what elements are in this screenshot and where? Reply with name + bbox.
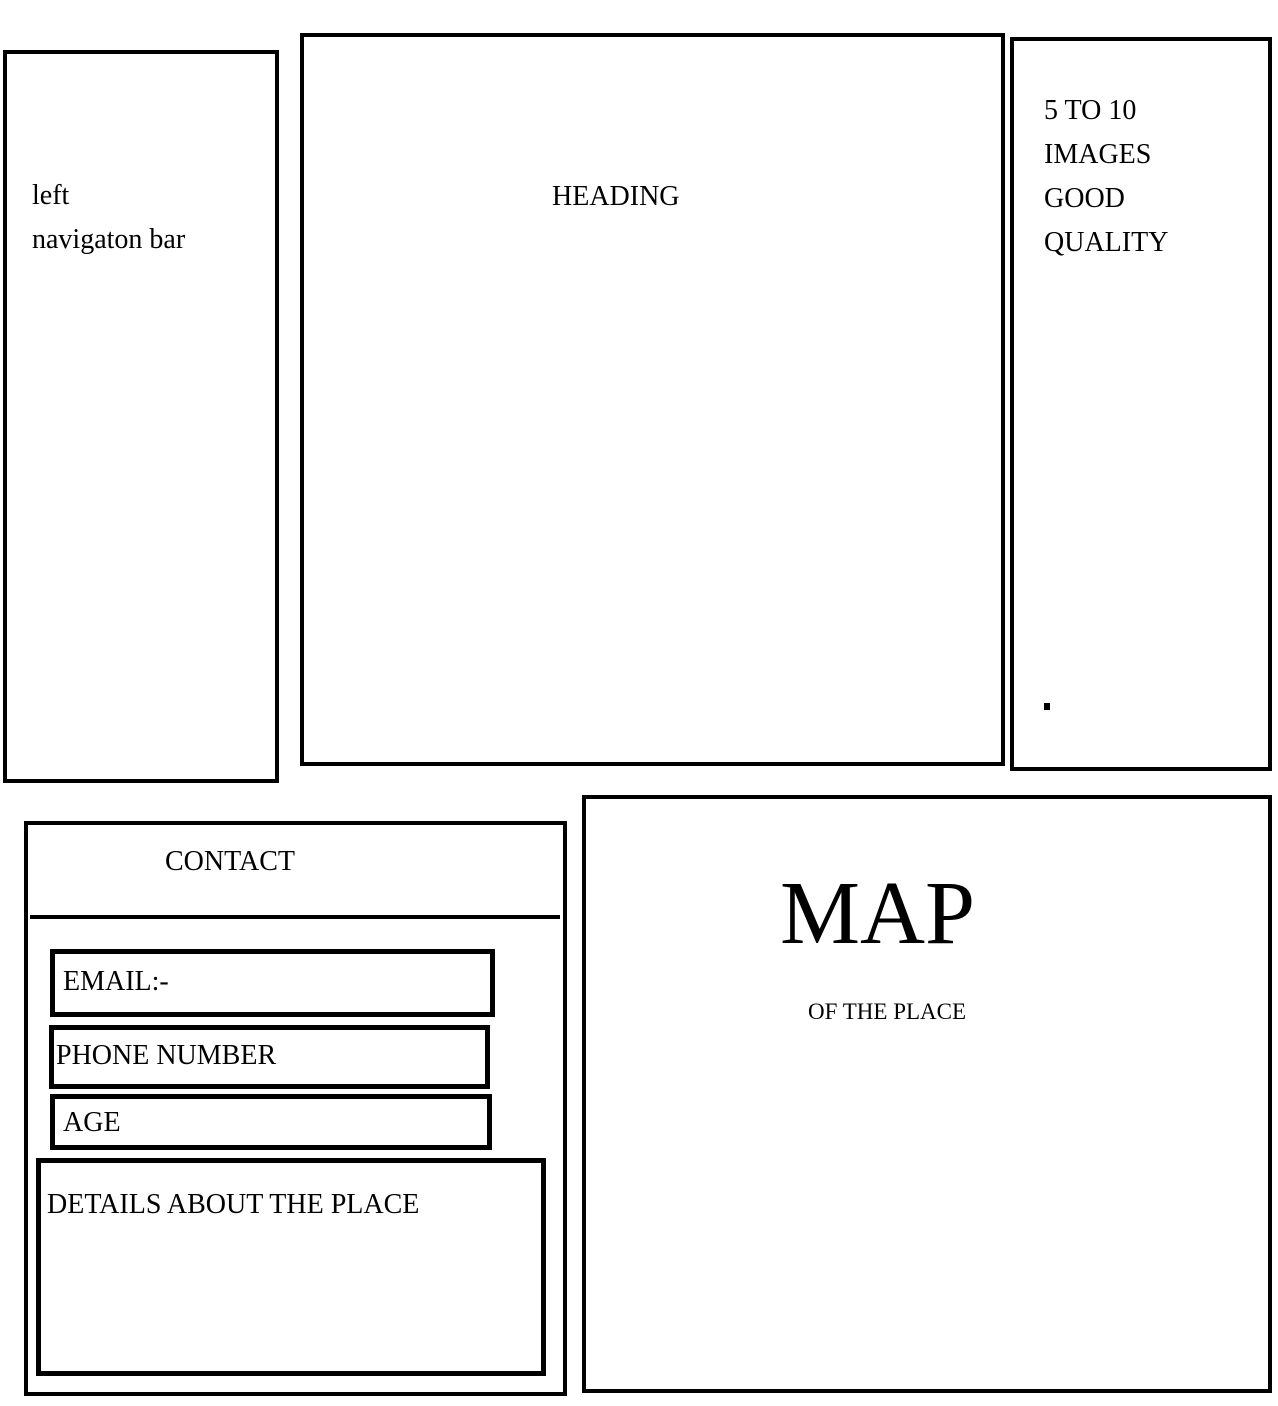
details-field[interactable]: DETAILS ABOUT THE PLACE — [36, 1158, 546, 1376]
images-label-line-4: QUALITY — [1044, 227, 1169, 258]
contact-divider — [30, 915, 560, 919]
contact-title: CONTACT — [165, 846, 295, 877]
images-panel: 5 TO 10 IMAGES GOOD QUALITY — [1010, 37, 1272, 771]
heading-panel: HEADING — [300, 33, 1005, 766]
age-field[interactable]: AGE — [50, 1094, 492, 1150]
map-panel: MAP OF THE PLACE — [582, 795, 1272, 1393]
map-subtitle: OF THE PLACE — [808, 999, 967, 1024]
images-label: 5 TO 10 IMAGES GOOD QUALITY — [1044, 89, 1168, 265]
nav-label: left navigaton bar — [32, 174, 185, 262]
nav-label-line-1: left — [32, 180, 70, 211]
images-label-line-3: GOOD — [1044, 183, 1125, 214]
phone-number-field[interactable]: PHONE NUMBER — [49, 1025, 490, 1089]
details-label: DETAILS ABOUT THE PLACE — [47, 1189, 420, 1220]
contact-panel: CONTACT EMAIL:- PHONE NUMBER AGE DETAILS… — [24, 821, 567, 1396]
images-label-line-2: IMAGES — [1044, 139, 1152, 170]
images-label-line-1: 5 TO 10 — [1044, 95, 1137, 126]
left-navigation-bar: left navigaton bar — [3, 50, 279, 783]
phone-number-label: PHONE NUMBER — [56, 1040, 277, 1071]
age-label: AGE — [63, 1107, 121, 1138]
map-title: MAP — [780, 864, 976, 963]
dot-mark — [1044, 703, 1050, 710]
heading-label: HEADING — [552, 181, 680, 212]
email-field[interactable]: EMAIL:- — [50, 949, 495, 1017]
nav-label-line-2: navigaton bar — [32, 224, 186, 255]
email-label: EMAIL:- — [63, 966, 169, 997]
